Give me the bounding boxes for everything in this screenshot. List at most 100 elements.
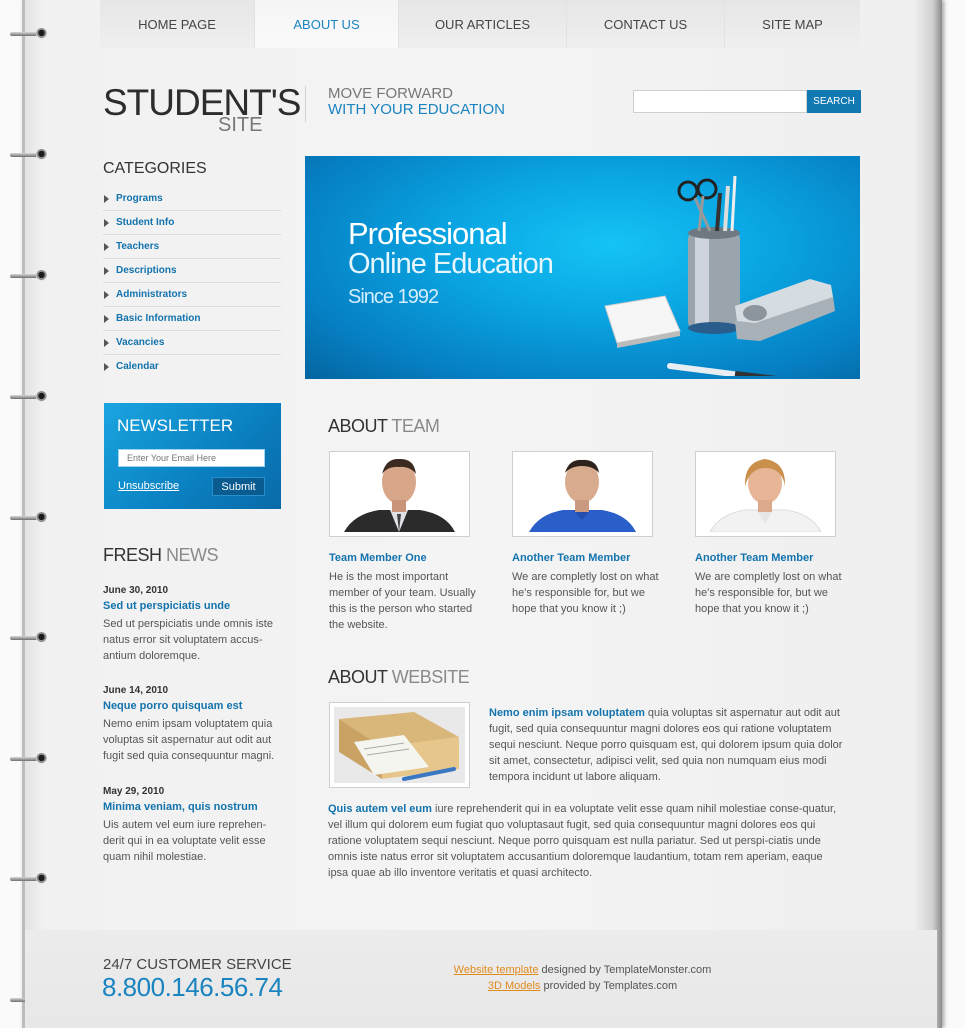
member-name-link[interactable]: Team Member One xyxy=(329,552,479,564)
category-label: Basic Information xyxy=(116,313,201,324)
folder-documents-icon xyxy=(334,707,465,783)
binding-ring-icon xyxy=(10,873,47,885)
binding-ring-icon xyxy=(10,753,47,765)
member-name-link[interactable]: Another Team Member xyxy=(695,552,845,564)
person-photo-icon xyxy=(517,456,648,532)
3d-models-link[interactable]: 3D Models xyxy=(488,980,541,992)
search-form: SEARCH xyxy=(633,90,861,113)
about-website-title: ABOUT WEBSITE xyxy=(328,667,470,688)
news-headline-link[interactable]: Minima veniam, quis nostrum xyxy=(103,801,283,813)
arrow-right-icon xyxy=(104,243,109,251)
news-item: May 29, 2010 Minima veniam, quis nostrum… xyxy=(103,786,283,865)
banner-line-2: Online Education xyxy=(348,248,554,280)
arrow-right-icon xyxy=(104,267,109,275)
binding-ring-icon xyxy=(10,391,47,403)
tagline-line-1: MOVE FORWARD xyxy=(328,85,454,102)
newsletter-submit-button[interactable]: Submit xyxy=(212,477,265,496)
nav-site-map[interactable]: SITE MAP xyxy=(725,0,860,48)
arrow-right-icon xyxy=(104,291,109,299)
news-item: June 30, 2010 Sed ut perspiciatis unde S… xyxy=(103,585,283,664)
category-label: Programs xyxy=(116,193,163,204)
newsletter-title: NEWSLETTER xyxy=(117,416,234,435)
person-photo-icon xyxy=(700,456,831,533)
nav-our-articles[interactable]: OUR ARTICLES xyxy=(399,0,567,48)
fresh-news-title-b: NEWS xyxy=(166,545,219,565)
logo-subtitle: SITE xyxy=(218,114,263,136)
category-item-vacancies[interactable]: Vacancies xyxy=(103,331,281,355)
team-member-card: Another Team Member We are completly los… xyxy=(695,451,845,617)
nav-home-page[interactable]: HOME PAGE xyxy=(100,0,255,48)
unsubscribe-link[interactable]: Unsubscribe xyxy=(118,480,179,492)
spiral-binding xyxy=(0,0,50,1028)
member-photo[interactable] xyxy=(512,451,653,537)
about-website-paragraph-2: Quis autem vel eum iure reprehenderit qu… xyxy=(328,801,844,881)
category-label: Teachers xyxy=(116,241,160,252)
category-item-programs[interactable]: Programs xyxy=(103,187,281,211)
binding-ring-icon xyxy=(10,632,47,644)
paragraph-1-lead-link[interactable]: Nemo enim ipsam voluptatem xyxy=(489,707,645,719)
nav-about-us[interactable]: ABOUT US xyxy=(255,0,399,48)
search-input[interactable] xyxy=(633,90,807,113)
team-member-card: Team Member One He is the most important… xyxy=(329,451,479,633)
member-photo[interactable] xyxy=(695,451,836,537)
news-item: June 14, 2010 Neque porro quisquam est N… xyxy=(103,685,283,764)
news-text: Nemo enim ipsam voluptatem quia voluptas… xyxy=(103,718,275,762)
about-website-paragraph-1: Nemo enim ipsam voluptatem quia voluptas… xyxy=(489,705,844,785)
credit-2-text: provided by Templates.com xyxy=(540,980,678,992)
arrow-right-icon xyxy=(104,315,109,323)
binding-ring-icon xyxy=(10,149,47,161)
category-label: Descriptions xyxy=(116,265,177,276)
arrow-right-icon xyxy=(104,219,109,227)
member-description: We are completly lost on what he's respo… xyxy=(695,571,842,615)
arrow-right-icon xyxy=(104,339,109,347)
about-team-title-b: TEAM xyxy=(391,416,440,436)
news-date: June 30, 2010 xyxy=(103,585,169,596)
office-supplies-illustration xyxy=(604,175,835,376)
tagline-line-2: WITH YOUR EDUCATION xyxy=(328,101,505,118)
arrow-right-icon xyxy=(104,363,109,371)
tagline: MOVE FORWARD WITH YOUR EDUCATION xyxy=(328,86,505,118)
header-divider xyxy=(305,86,306,122)
team-member-card: Another Team Member We are completly los… xyxy=(512,451,662,617)
news-headline-link[interactable]: Neque porro quisquam est xyxy=(103,700,283,712)
news-date: May 29, 2010 xyxy=(103,786,165,797)
about-team-title-a: ABOUT xyxy=(328,416,388,436)
fresh-news-title-a: FRESH xyxy=(103,545,162,565)
newsletter-email-field[interactable] xyxy=(118,449,265,467)
news-headline-link[interactable]: Sed ut perspiciatis unde xyxy=(103,600,283,612)
category-item-descriptions[interactable]: Descriptions xyxy=(103,259,281,283)
banner-line-3: Since 1992 xyxy=(348,286,439,308)
category-item-basic-information[interactable]: Basic Information xyxy=(103,307,281,331)
category-label: Vacancies xyxy=(116,337,165,348)
category-item-student-info[interactable]: Student Info xyxy=(103,211,281,235)
search-button[interactable]: SEARCH xyxy=(807,90,861,113)
categories-list: Programs Student Info Teachers Descripti… xyxy=(103,187,281,379)
customer-service-phone: 8.800.146.56.74 xyxy=(102,972,283,1002)
news-text: Sed ut perspiciatis unde omnis iste natu… xyxy=(103,618,273,662)
newsletter-box: NEWSLETTER Unsubscribe Submit xyxy=(104,403,281,509)
site-logo[interactable]: STUDENT'S SITE xyxy=(103,82,301,136)
news-date: June 14, 2010 xyxy=(103,685,169,696)
category-item-teachers[interactable]: Teachers xyxy=(103,235,281,259)
customer-service-title: 24/7 CUSTOMER SERVICE xyxy=(103,956,292,973)
category-label: Calendar xyxy=(116,361,159,372)
member-name-link[interactable]: Another Team Member xyxy=(512,552,662,564)
member-description: We are completly lost on what he's respo… xyxy=(512,571,659,615)
about-website-image xyxy=(329,702,470,788)
binding-ring-icon xyxy=(10,512,47,524)
member-photo[interactable] xyxy=(329,451,470,537)
binding-ring-icon xyxy=(10,270,47,282)
footer-credits: Website template designed by TemplateMon… xyxy=(445,962,720,994)
category-item-administrators[interactable]: Administrators xyxy=(103,283,281,307)
main-nav: HOME PAGE ABOUT US OUR ARTICLES CONTACT … xyxy=(100,0,860,48)
website-template-link[interactable]: Website template xyxy=(454,964,539,976)
hero-banner: Professional Online Education Since 1992 xyxy=(305,156,860,379)
category-item-calendar[interactable]: Calendar xyxy=(103,355,281,379)
binding-ring-icon xyxy=(10,28,47,40)
credit-1-text: designed by TemplateMonster.com xyxy=(538,964,712,976)
nav-contact-us[interactable]: CONTACT US xyxy=(567,0,725,48)
paragraph-2-lead-link[interactable]: Quis autem vel eum xyxy=(328,803,432,815)
logo-title: STUDENT'S xyxy=(103,82,301,123)
arrow-right-icon xyxy=(104,195,109,203)
categories-title: CATEGORIES xyxy=(103,160,207,177)
